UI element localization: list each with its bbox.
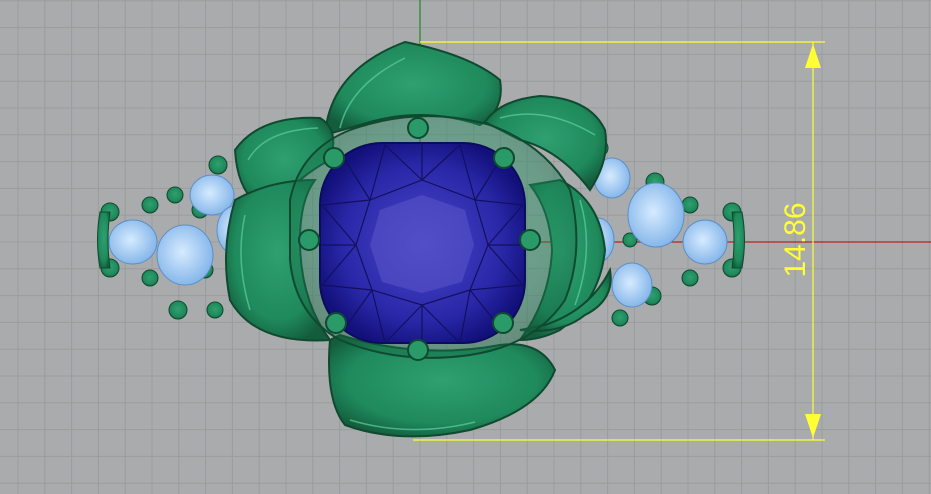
dimension-value: 14.86 xyxy=(779,202,812,277)
dimension-arrow-bottom xyxy=(805,414,821,438)
center-stone[interactable] xyxy=(319,142,526,344)
dimension-arrow-top xyxy=(805,44,821,68)
viewport-canvas[interactable]: 14.86 xyxy=(0,0,931,494)
right-accent-cluster[interactable] xyxy=(581,139,745,327)
rhino-top-viewport[interactable]: 14.86 xyxy=(0,0,931,494)
ring-model[interactable] xyxy=(97,40,745,438)
center-stone-table xyxy=(370,195,474,293)
